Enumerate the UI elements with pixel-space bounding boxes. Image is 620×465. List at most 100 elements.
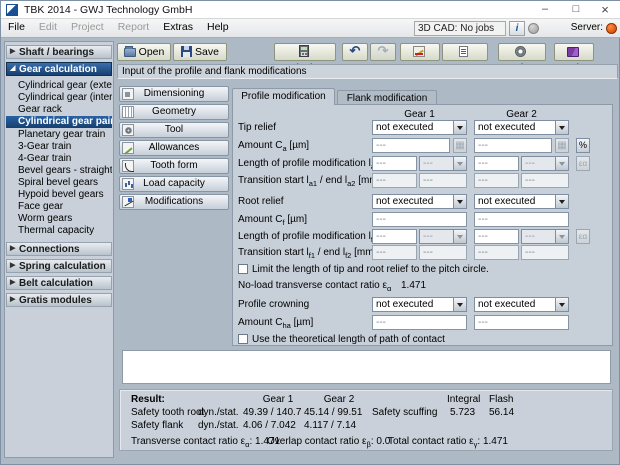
result-col-gear2: Gear 2 bbox=[304, 394, 374, 405]
nav-load-capacity-button[interactable]: Load capacity bbox=[119, 176, 229, 192]
length-lf-gear1-select: --- bbox=[419, 229, 467, 244]
nav-dimensioning-button[interactable]: Dimensioning bbox=[119, 86, 229, 102]
chevron-expanded-icon: ◢ bbox=[10, 64, 15, 72]
sidebar-section-connections[interactable]: ▶ Connections bbox=[6, 242, 112, 256]
sidebar-item-cylindrical-gear-external[interactable]: Cylindrical gear (external) bbox=[6, 80, 112, 92]
sidebar-item-bevel-gears[interactable]: Bevel gears - straight/helical bbox=[6, 165, 112, 177]
menu-extras[interactable]: Extras bbox=[156, 19, 200, 37]
calculator-icon: ▦ bbox=[455, 140, 464, 151]
tab-flank-modification[interactable]: Flank modification bbox=[337, 90, 437, 105]
app-logo-icon bbox=[6, 4, 18, 16]
theoretical-length-checkbox[interactable] bbox=[238, 334, 248, 344]
sidebar-item-gear-rack[interactable]: Gear rack bbox=[6, 104, 112, 116]
redo-icon: ↷ bbox=[378, 43, 389, 58]
dropdown-arrow-icon bbox=[555, 230, 568, 243]
transition-f1-gear1-input bbox=[372, 245, 417, 260]
tip-relief-gear1-select[interactable]: not executed bbox=[372, 120, 467, 135]
result-panel: Result: Gear 1 Gear 2 Integral Flash Saf… bbox=[119, 389, 613, 451]
sidebar-item-4-gear-train[interactable]: 4-Gear train bbox=[6, 153, 112, 165]
sidebar-item-thermal-capacity[interactable]: Thermal capacity bbox=[6, 225, 112, 237]
safety-flank-label: Safety flank bbox=[131, 420, 183, 431]
sidebar-item-worm-gears[interactable]: Worm gears bbox=[6, 213, 112, 225]
safety-tooth-root-gear1: 49.39 / 140.7 bbox=[243, 407, 301, 418]
sidebar-section-belt-calculation[interactable]: ▶ Belt calculation bbox=[6, 276, 112, 290]
nav-tool-button[interactable]: Tool bbox=[119, 122, 229, 138]
length-lf-gear2-input[interactable] bbox=[474, 229, 519, 244]
safety-flank-gear1: 4.06 / 7.042 bbox=[243, 420, 296, 431]
length-la-eps-button: εα bbox=[576, 156, 590, 171]
dropdown-arrow-icon bbox=[555, 298, 568, 311]
options-gear-icon bbox=[515, 46, 526, 57]
sidebar-section-shaft-bearings[interactable]: ▶ Shaft / bearings bbox=[6, 45, 112, 59]
menu-file[interactable]: File bbox=[1, 19, 32, 37]
calculator-icon bbox=[299, 45, 309, 57]
sidebar-item-planetary-gear-train[interactable]: Planetary gear train bbox=[6, 129, 112, 141]
result-col-integral: Integral bbox=[447, 394, 480, 405]
dropdown-arrow-icon bbox=[453, 157, 466, 170]
maximize-button[interactable]: □ bbox=[562, 1, 590, 19]
dropdown-arrow-icon bbox=[555, 195, 568, 208]
length-lf-gear2-select: --- bbox=[521, 229, 569, 244]
overlap-contact-ratio: Overlap contact ratio εβ: 0.0 bbox=[267, 436, 390, 447]
nav-geometry-button[interactable]: Geometry bbox=[119, 104, 229, 120]
sidebar-item-spiral-bevel-gears[interactable]: Spiral bevel gears bbox=[6, 177, 112, 189]
sidebar-section-gratis-modules[interactable]: ▶ Gratis modules bbox=[6, 293, 112, 307]
module-sidebar: ▶ Shaft / bearings ◢ Gear calculation Cy… bbox=[4, 41, 114, 458]
dropdown-arrow-icon bbox=[453, 121, 466, 134]
open-folder-icon bbox=[124, 48, 136, 57]
length-la-gear2-input[interactable] bbox=[474, 156, 519, 171]
safety-scuffing-flash: 56.14 bbox=[489, 407, 514, 418]
length-lf-gear1-input[interactable] bbox=[372, 229, 417, 244]
amount-cha-gear1-input[interactable] bbox=[372, 315, 467, 330]
amount-cf-gear1-input[interactable] bbox=[372, 212, 467, 227]
save-disk-icon bbox=[181, 46, 192, 57]
amount-ca-gear2-input[interactable] bbox=[474, 138, 552, 153]
tab-profile-modification[interactable]: Profile modification bbox=[232, 88, 335, 105]
amount-cf-gear2-input[interactable] bbox=[474, 212, 569, 227]
amount-ca-gear1-input[interactable] bbox=[372, 138, 450, 153]
report-button[interactable]: Report bbox=[442, 43, 488, 61]
info-button[interactable]: i bbox=[509, 21, 525, 36]
save-button[interactable]: Save bbox=[173, 43, 227, 61]
sidebar-section-gear-calculation[interactable]: ◢ Gear calculation bbox=[6, 62, 112, 76]
cad-button[interactable]: CAD bbox=[400, 43, 440, 61]
amount-cha-gear2-input[interactable] bbox=[474, 315, 569, 330]
nav-modifications-button[interactable]: Modifications bbox=[119, 194, 229, 210]
sidebar-item-cylindrical-gear-internal[interactable]: Cylindrical gear (internal) bbox=[6, 92, 112, 104]
options-button[interactable]: Options bbox=[498, 43, 546, 61]
undo-button[interactable]: ↶ bbox=[342, 43, 368, 61]
tip-relief-gear2-select[interactable]: not executed bbox=[474, 120, 569, 135]
dropdown-arrow-icon bbox=[555, 157, 568, 170]
redo-button: ↷ bbox=[370, 43, 396, 61]
transition-f-label: Transition start lf1 / end lf2 [mm] bbox=[238, 247, 376, 258]
sidebar-item-hypoid-bevel-gears[interactable]: Hypoid bevel gears bbox=[6, 189, 112, 201]
tooth-form-icon bbox=[122, 160, 134, 172]
help-button[interactable]: Help bbox=[554, 43, 594, 61]
open-button[interactable]: Open bbox=[117, 43, 171, 61]
close-button[interactable]: × bbox=[591, 1, 619, 19]
limit-pitch-circle-checkbox[interactable] bbox=[238, 264, 248, 274]
profile-crowning-gear2-select[interactable]: not executed bbox=[474, 297, 569, 312]
length-la-gear2-select: --- bbox=[521, 156, 569, 171]
app-window: TBK 2014 - GWJ Technology GmbH – □ × Fil… bbox=[0, 0, 620, 465]
percent-button[interactable]: % bbox=[576, 138, 590, 153]
profile-crowning-gear1-select[interactable]: not executed bbox=[372, 297, 467, 312]
safety-tooth-root-label: Safety tooth root bbox=[131, 407, 204, 418]
root-relief-gear2-select[interactable]: not executed bbox=[474, 194, 569, 209]
length-la-gear1-input[interactable] bbox=[372, 156, 417, 171]
root-relief-label: Root relief bbox=[238, 196, 284, 207]
minimize-button[interactable]: – bbox=[531, 1, 559, 19]
nav-allowances-button[interactable]: Allowances bbox=[119, 140, 229, 156]
amount-ca-gear1-calc-button: ▦ bbox=[453, 138, 467, 153]
nav-tooth-form-button[interactable]: Tooth form bbox=[119, 158, 229, 174]
sidebar-section-spring-calculation[interactable]: ▶ Spring calculation bbox=[6, 259, 112, 273]
menu-help[interactable]: Help bbox=[200, 19, 236, 37]
sidebar-item-3-gear-train[interactable]: 3-Gear train bbox=[6, 141, 112, 153]
result-col-gear1: Gear 1 bbox=[243, 394, 313, 405]
root-relief-gear1-select[interactable]: not executed bbox=[372, 194, 467, 209]
total-contact-ratio: Total contact ratio εγ: 1.471 bbox=[388, 436, 508, 447]
sidebar-item-cylindrical-gear-pair[interactable]: Cylindrical gear pair bbox=[6, 116, 112, 128]
server-label: Server: bbox=[571, 22, 603, 33]
calculate-button[interactable]: Calculate bbox=[274, 43, 336, 61]
sidebar-item-face-gear[interactable]: Face gear bbox=[6, 201, 112, 213]
